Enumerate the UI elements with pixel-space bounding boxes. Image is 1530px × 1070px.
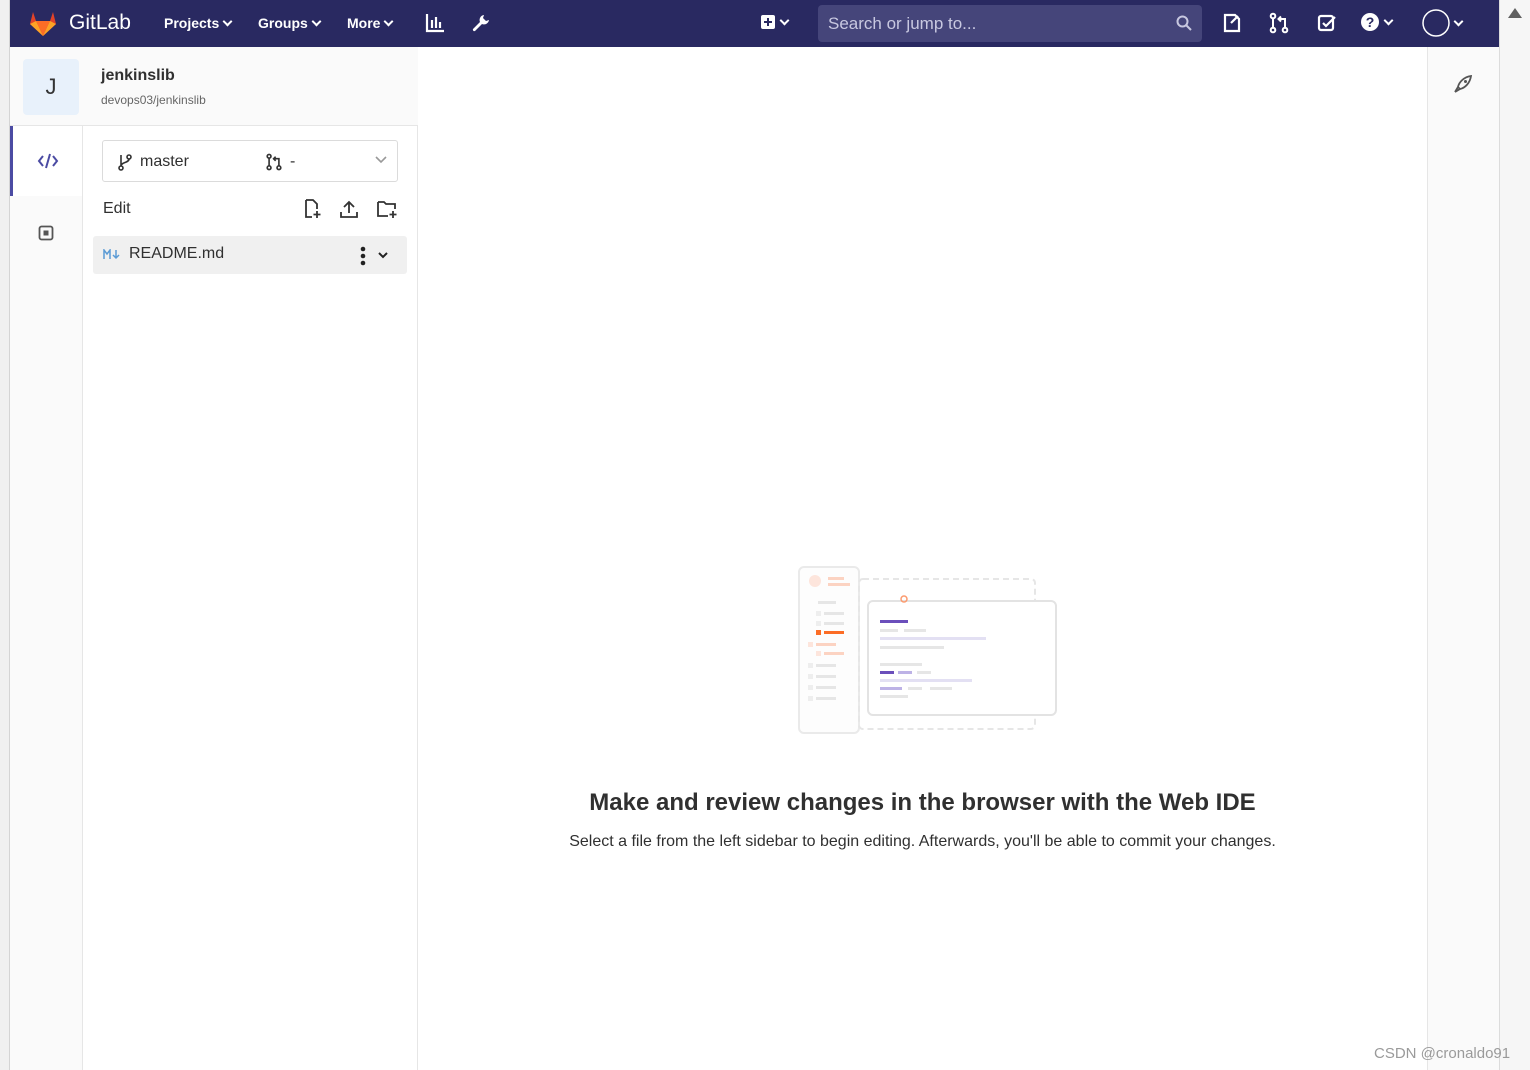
project-header: J jenkinslib devops03/jenkinslib — [10, 47, 418, 126]
branch-selector[interactable]: master - — [102, 140, 398, 182]
window-left-edge — [0, 0, 10, 1070]
issues-icon[interactable] — [1221, 12, 1243, 34]
top-navbar: GitLab Projects Groups More Search or ju… — [10, 0, 1499, 47]
gitlab-logo-icon[interactable] — [28, 9, 58, 37]
chevron-down-icon — [311, 16, 322, 26]
help-dropdown[interactable]: ? — [1360, 12, 1394, 32]
merge-request-icon — [266, 153, 282, 171]
nav-more-label: More — [347, 15, 381, 31]
nav-projects-label: Projects — [164, 15, 220, 31]
nav-groups-dropdown[interactable]: Groups — [258, 15, 322, 31]
project-path: devops03/jenkinslib — [101, 93, 206, 107]
chevron-down-icon — [375, 156, 387, 164]
chevron-down-icon — [1383, 15, 1394, 25]
chevron-down-icon — [222, 16, 233, 26]
more-actions-icon[interactable] — [360, 246, 366, 266]
file-row-readme[interactable]: README.md — [93, 236, 407, 274]
chevron-down-icon[interactable] — [378, 252, 388, 259]
edit-mode-button[interactable] — [10, 126, 82, 196]
plus-square-icon — [761, 15, 775, 29]
svg-text:?: ? — [1366, 14, 1375, 30]
empty-state-description: Select a file from the left sidebar to b… — [569, 833, 1276, 850]
todos-icon[interactable] — [1316, 12, 1338, 34]
edit-label: Edit — [103, 200, 131, 217]
gitlab-brand[interactable]: GitLab — [69, 11, 131, 35]
new-directory-icon[interactable] — [376, 198, 398, 220]
file-name: README.md — [129, 245, 225, 262]
branch-icon — [118, 154, 132, 171]
project-avatar[interactable]: J — [23, 59, 79, 115]
ide-activity-bar — [10, 126, 83, 1070]
commit-mode-button[interactable] — [10, 198, 82, 268]
markdown-file-icon — [103, 249, 120, 260]
commit-icon — [38, 225, 54, 241]
admin-wrench-icon[interactable] — [470, 12, 492, 34]
file-browser-panel: master - Edit README.md — [83, 126, 418, 1070]
search-icon — [1176, 15, 1192, 31]
search-input[interactable] — [828, 13, 1168, 34]
empty-state-title: Make and review changes in the browser w… — [589, 789, 1256, 816]
scroll-up-arrow-icon[interactable] — [1508, 8, 1522, 18]
window-scrollbar[interactable] — [1499, 0, 1530, 1070]
user-avatar-icon — [1422, 9, 1450, 37]
new-item-dropdown[interactable] — [760, 14, 790, 30]
project-name[interactable]: jenkinslib — [101, 67, 175, 85]
nav-more-dropdown[interactable]: More — [347, 15, 394, 31]
code-icon — [37, 153, 58, 169]
search-box[interactable] — [818, 5, 1202, 42]
upload-file-icon[interactable] — [338, 198, 360, 220]
merge-request-value: - — [290, 153, 296, 170]
editor-empty-state: Make and review changes in the browser w… — [418, 47, 1427, 1070]
pipelines-rocket-icon[interactable] — [1453, 74, 1473, 94]
chevron-down-icon — [384, 16, 394, 26]
help-icon: ? — [1361, 13, 1379, 31]
branch-name: master — [140, 153, 189, 170]
chevron-down-icon — [779, 15, 790, 25]
user-menu-dropdown[interactable] — [1422, 9, 1464, 37]
new-file-icon[interactable] — [301, 198, 323, 220]
activity-chart-icon[interactable] — [424, 12, 446, 34]
merge-requests-icon[interactable] — [1268, 12, 1290, 34]
watermark: CSDN @cronaldo91 — [1374, 1045, 1511, 1062]
nav-groups-label: Groups — [258, 15, 308, 31]
chevron-down-icon — [1453, 16, 1464, 26]
nav-projects-dropdown[interactable]: Projects — [164, 15, 233, 31]
web-ide-illustration — [798, 566, 1057, 734]
right-sidebar — [1427, 47, 1499, 1070]
